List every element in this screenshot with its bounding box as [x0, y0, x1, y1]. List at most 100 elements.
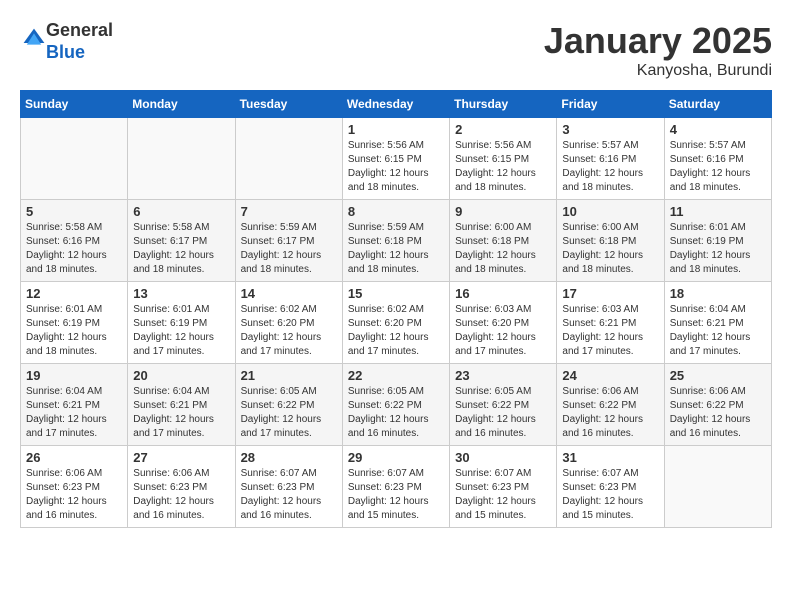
calendar-week: 26 Sunrise: 6:06 AMSunset: 6:23 PMDayligh… — [21, 446, 772, 528]
calendar-cell: 10Sunrise: 6:00 AMSunset: 6:18 PMDayligh… — [557, 200, 664, 282]
day-number: 3 — [562, 122, 658, 137]
day-number: 16 — [455, 286, 551, 301]
day-info: Sunrise: 6:07 AMSunset: 6:23 PMDaylight:… — [562, 467, 658, 523]
day-number: 2 — [455, 122, 551, 137]
calendar-table: SundayMondayTuesdayWednesdayThursdayFrid… — [20, 90, 772, 528]
day-number: 28 — [241, 450, 337, 465]
calendar-cell: 20 Sunrise: 6:04 AMSunset: 6:21 PMDayligh… — [128, 364, 235, 446]
day-number: 11 — [670, 204, 766, 219]
calendar-cell: 26 Sunrise: 6:06 AMSunset: 6:23 PMDayligh… — [21, 446, 128, 528]
day-info: Sunrise: 6:05 AMSunset: 6:22 PMDaylight:… — [348, 385, 444, 441]
calendar-cell: 16 Sunrise: 6:03 AMSunset: 6:20 PMDayligh… — [450, 282, 557, 364]
day-info: Sunrise: 5:56 AMSunset: 6:15 PMDaylight:… — [348, 139, 444, 195]
calendar-cell: 24 Sunrise: 6:06 AMSunset: 6:22 PMDayligh… — [557, 364, 664, 446]
day-info: Sunrise: 5:58 AMSunset: 6:17 PMDaylight:… — [133, 221, 229, 277]
calendar-cell: 22 Sunrise: 6:05 AMSunset: 6:22 PMDayligh… — [342, 364, 449, 446]
day-info: Sunrise: 5:57 AMSunset: 6:16 PMDaylight:… — [562, 139, 658, 195]
day-number: 8 — [348, 204, 444, 219]
calendar-cell: 6 Sunrise: 5:58 AMSunset: 6:17 PMDaylight… — [128, 200, 235, 282]
day-number: 25 — [670, 368, 766, 383]
calendar-cell: 19Sunrise: 6:04 AMSunset: 6:21 PMDayligh… — [21, 364, 128, 446]
logo-blue: Blue — [46, 42, 85, 62]
day-number: 15 — [348, 286, 444, 301]
logo: General Blue — [20, 20, 113, 63]
day-number: 21 — [241, 368, 337, 383]
calendar-cell: 17 Sunrise: 6:03 AMSunset: 6:21 PMDayligh… — [557, 282, 664, 364]
page-header: General Blue January 2025 Kanyosha, Buru… — [20, 20, 772, 80]
day-number: 22 — [348, 368, 444, 383]
day-number: 7 — [241, 204, 337, 219]
day-info: Sunrise: 6:00 AMSunset: 6:18 PMDaylight:… — [562, 221, 658, 277]
day-info: Sunrise: 6:06 AMSunset: 6:22 PMDaylight:… — [670, 385, 766, 441]
calendar-cell: 2 Sunrise: 5:56 AMSunset: 6:15 PMDaylight… — [450, 118, 557, 200]
day-number: 4 — [670, 122, 766, 137]
day-number: 20 — [133, 368, 229, 383]
logo-general: General — [46, 20, 113, 40]
calendar-cell: 31Sunrise: 6:07 AMSunset: 6:23 PMDayligh… — [557, 446, 664, 528]
calendar-cell — [21, 118, 128, 200]
day-number: 6 — [133, 204, 229, 219]
calendar-cell: 5Sunrise: 5:58 AMSunset: 6:16 PMDaylight… — [21, 200, 128, 282]
weekday-header: Tuesday — [235, 91, 342, 118]
calendar-cell: 4Sunrise: 5:57 AMSunset: 6:16 PMDaylight… — [664, 118, 771, 200]
day-number: 27 — [133, 450, 229, 465]
day-number: 18 — [670, 286, 766, 301]
day-info: Sunrise: 6:06 AMSunset: 6:22 PMDaylight:… — [562, 385, 658, 441]
day-number: 1 — [348, 122, 444, 137]
weekday-header: Monday — [128, 91, 235, 118]
calendar-week: 5Sunrise: 5:58 AMSunset: 6:16 PMDaylight… — [21, 200, 772, 282]
weekday-row: SundayMondayTuesdayWednesdayThursdayFrid… — [21, 91, 772, 118]
day-info: Sunrise: 6:06 AMSunset: 6:23 PMDaylight:… — [26, 467, 122, 523]
day-info: Sunrise: 6:03 AMSunset: 6:21 PMDaylight:… — [562, 303, 658, 359]
logo-text: General Blue — [46, 20, 113, 63]
calendar-header: SundayMondayTuesdayWednesdayThursdayFrid… — [21, 91, 772, 118]
day-info: Sunrise: 6:03 AMSunset: 6:20 PMDaylight:… — [455, 303, 551, 359]
calendar-cell: 7Sunrise: 5:59 AMSunset: 6:17 PMDaylight… — [235, 200, 342, 282]
day-info: Sunrise: 6:01 AMSunset: 6:19 PMDaylight:… — [670, 221, 766, 277]
day-number: 29 — [348, 450, 444, 465]
day-info: Sunrise: 6:05 AMSunset: 6:22 PMDaylight:… — [241, 385, 337, 441]
calendar-week: 12Sunrise: 6:01 AMSunset: 6:19 PMDayligh… — [21, 282, 772, 364]
calendar-body: 1 Sunrise: 5:56 AMSunset: 6:15 PMDaylight… — [21, 118, 772, 528]
weekday-header: Saturday — [664, 91, 771, 118]
day-info: Sunrise: 5:56 AMSunset: 6:15 PMDaylight:… — [455, 139, 551, 195]
day-info: Sunrise: 6:04 AMSunset: 6:21 PMDaylight:… — [133, 385, 229, 441]
day-info: Sunrise: 6:07 AMSunset: 6:23 PMDaylight:… — [348, 467, 444, 523]
calendar-cell: 11 Sunrise: 6:01 AMSunset: 6:19 PMDayligh… — [664, 200, 771, 282]
calendar-cell: 23Sunrise: 6:05 AMSunset: 6:22 PMDayligh… — [450, 364, 557, 446]
day-info: Sunrise: 6:07 AMSunset: 6:23 PMDaylight:… — [455, 467, 551, 523]
title-block: January 2025 Kanyosha, Burundi — [544, 20, 772, 80]
day-info: Sunrise: 6:06 AMSunset: 6:23 PMDaylight:… — [133, 467, 229, 523]
calendar-cell: 14 Sunrise: 6:02 AMSunset: 6:20 PMDayligh… — [235, 282, 342, 364]
calendar-cell: 30Sunrise: 6:07 AMSunset: 6:23 PMDayligh… — [450, 446, 557, 528]
day-number: 17 — [562, 286, 658, 301]
weekday-header: Sunday — [21, 91, 128, 118]
day-info: Sunrise: 5:58 AMSunset: 6:16 PMDaylight:… — [26, 221, 122, 277]
calendar-cell: 15 Sunrise: 6:02 AMSunset: 6:20 PMDayligh… — [342, 282, 449, 364]
day-info: Sunrise: 6:04 AMSunset: 6:21 PMDaylight:… — [670, 303, 766, 359]
calendar-cell — [128, 118, 235, 200]
day-number: 9 — [455, 204, 551, 219]
calendar-cell: 21 Sunrise: 6:05 AMSunset: 6:22 PMDayligh… — [235, 364, 342, 446]
calendar-cell: 28 Sunrise: 6:07 AMSunset: 6:23 PMDayligh… — [235, 446, 342, 528]
weekday-header: Thursday — [450, 91, 557, 118]
calendar-week: 1 Sunrise: 5:56 AMSunset: 6:15 PMDaylight… — [21, 118, 772, 200]
calendar-cell: 1 Sunrise: 5:56 AMSunset: 6:15 PMDaylight… — [342, 118, 449, 200]
day-number: 26 — [26, 450, 122, 465]
location-title: Kanyosha, Burundi — [544, 62, 772, 80]
calendar-cell — [664, 446, 771, 528]
calendar-cell — [235, 118, 342, 200]
day-info: Sunrise: 6:02 AMSunset: 6:20 PMDaylight:… — [348, 303, 444, 359]
day-number: 12 — [26, 286, 122, 301]
day-number: 13 — [133, 286, 229, 301]
day-number: 24 — [562, 368, 658, 383]
day-info: Sunrise: 6:07 AMSunset: 6:23 PMDaylight:… — [241, 467, 337, 523]
day-info: Sunrise: 6:00 AMSunset: 6:18 PMDaylight:… — [455, 221, 551, 277]
calendar-cell: 29 Sunrise: 6:07 AMSunset: 6:23 PMDayligh… — [342, 446, 449, 528]
logo-icon — [22, 27, 46, 51]
weekday-header: Friday — [557, 91, 664, 118]
day-number: 14 — [241, 286, 337, 301]
day-info: Sunrise: 6:02 AMSunset: 6:20 PMDaylight:… — [241, 303, 337, 359]
calendar-cell: 13Sunrise: 6:01 AMSunset: 6:19 PMDayligh… — [128, 282, 235, 364]
calendar-cell: 3 Sunrise: 5:57 AMSunset: 6:16 PMDaylight… — [557, 118, 664, 200]
